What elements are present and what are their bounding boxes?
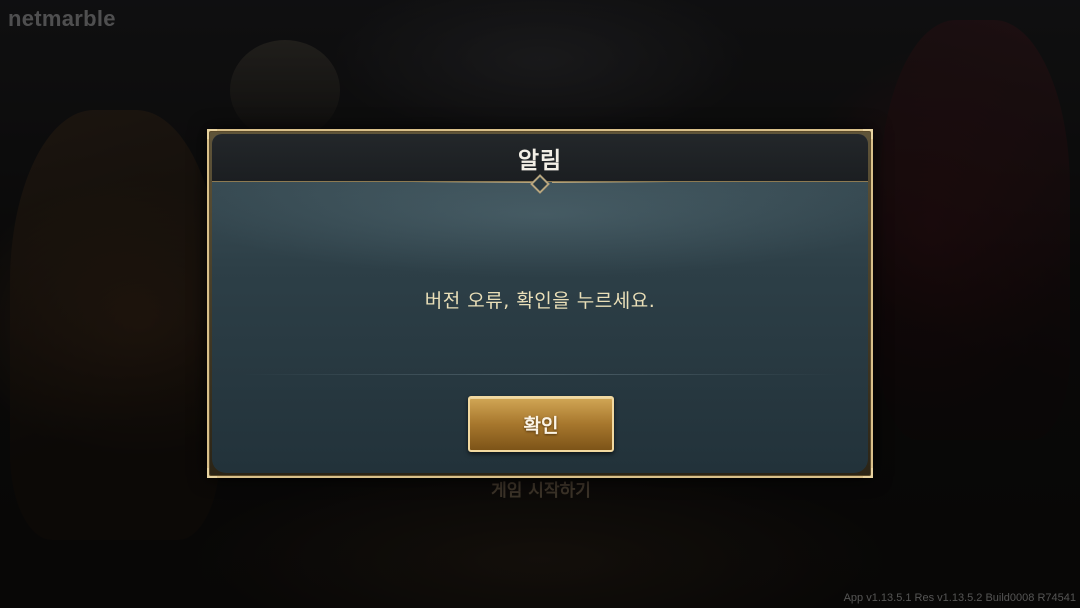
dialog-message: 버전 오류, 확인을 누르세요. <box>424 290 656 312</box>
netmarble-logo: netmarble <box>8 6 116 31</box>
confirm-button-label: 확인 <box>523 414 559 437</box>
frame-corner-ornament <box>207 468 217 478</box>
dialog-body: 알림 버전 오류, 확인을 누르세요. 확인 <box>212 134 868 473</box>
dialog-divider <box>242 374 838 375</box>
game-start-label: 게임 시작하기 <box>491 481 591 501</box>
frame-corner-ornament <box>863 468 873 478</box>
version-info: App v1.13.5.1 Res v1.13.5.2 Build0008 R7… <box>843 592 1076 604</box>
notice-dialog: 알림 버전 오류, 확인을 누르세요. 확인 <box>207 129 873 478</box>
confirm-button[interactable]: 확인 <box>468 396 614 452</box>
header-ornament-line <box>412 182 532 183</box>
header-ornament-line <box>552 182 672 183</box>
dialog-title: 알림 <box>517 147 563 174</box>
